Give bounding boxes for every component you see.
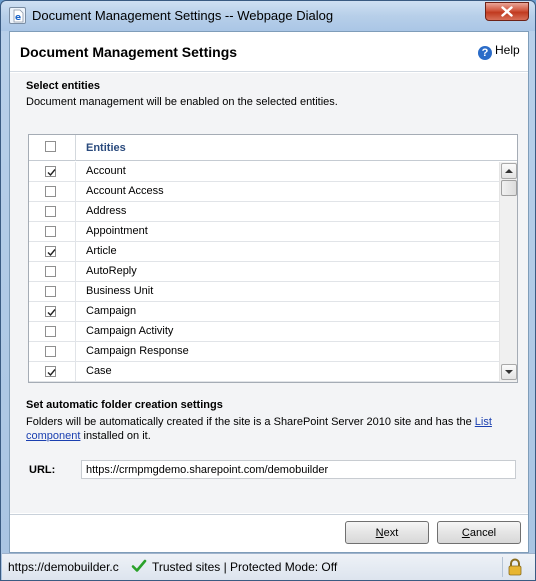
row-checkbox-cell	[29, 342, 76, 362]
entity-row[interactable]: AutoReply	[29, 262, 499, 282]
next-button[interactable]: Next	[345, 521, 429, 544]
entity-label: Campaign Response	[86, 345, 189, 357]
row-checkbox-cell	[29, 322, 76, 342]
dialog-body: Select entities Document management will…	[10, 73, 528, 513]
dialog-header: Document Management Settings ? Help	[10, 32, 528, 72]
list-link[interactable]: List	[475, 416, 492, 428]
entities-column-header[interactable]: Entities	[86, 142, 126, 154]
entity-rows: Account Account Access Address Appointment A…	[29, 162, 499, 382]
entities-grid: Entities Account Account Access Address App…	[28, 134, 518, 383]
cancel-label: ancel	[469, 526, 497, 539]
entity-row[interactable]: Account Access	[29, 182, 499, 202]
row-checkbox-cell	[29, 262, 76, 282]
checkmark-icon	[47, 369, 56, 377]
row-checkbox-cell	[29, 362, 76, 382]
close-button[interactable]	[485, 2, 529, 21]
dialog-window: e Document Management Settings -- Webpag…	[0, 0, 536, 581]
status-url: https://demobuilder.c	[8, 560, 119, 574]
row-checkbox-cell	[29, 182, 76, 202]
entity-row[interactable]: Campaign	[29, 302, 499, 322]
folder-settings-title: Set automatic folder creation settings	[26, 399, 223, 411]
close-icon	[501, 6, 513, 17]
folder-settings-desc-line1: Folders will be automatically created if…	[26, 415, 492, 429]
scroll-up-arrow-icon	[505, 169, 513, 173]
scroll-down-arrow-icon	[505, 370, 513, 374]
entity-label: Campaign	[86, 305, 137, 317]
help-link[interactable]: ? Help	[478, 43, 520, 60]
checkmark-icon	[47, 249, 56, 257]
entity-row[interactable]: Address	[29, 202, 499, 222]
entity-row[interactable]: Case	[29, 362, 499, 382]
title-bar[interactable]: e Document Management Settings -- Webpag…	[1, 1, 535, 31]
entity-label: Business Unit	[86, 285, 154, 297]
entity-label: Address	[86, 205, 127, 217]
entity-label: Account Access	[86, 185, 164, 197]
component-link[interactable]: component	[26, 430, 80, 442]
status-divider	[502, 557, 503, 577]
entity-row[interactable]: Appointment	[29, 222, 499, 242]
row-checkbox-cell	[29, 242, 76, 262]
entity-checkbox[interactable]	[45, 286, 56, 297]
grid-scrollbar[interactable]	[499, 162, 517, 382]
folder-desc-tail: installed on it.	[80, 430, 151, 442]
checkmark-icon	[47, 169, 56, 177]
window-title: Document Management Settings -- Webpage …	[32, 8, 334, 23]
entity-row[interactable]: Campaign Activity	[29, 322, 499, 342]
entity-checkbox[interactable]	[45, 326, 56, 337]
cancel-mnemonic: C	[461, 526, 470, 539]
entity-checkbox[interactable]	[45, 226, 56, 237]
row-checkbox-cell	[29, 302, 76, 322]
entity-row[interactable]: Article	[29, 242, 499, 262]
entity-checkbox[interactable]	[45, 166, 56, 177]
url-label: URL:	[29, 464, 56, 476]
select-all-cell	[29, 135, 76, 161]
scroll-up-button[interactable]	[501, 163, 517, 179]
svg-text:e: e	[15, 13, 21, 23]
entity-label: Account	[86, 165, 126, 177]
row-checkbox-cell	[29, 162, 76, 182]
entity-label: AutoReply	[86, 265, 137, 277]
cancel-button[interactable]: Cancel	[437, 521, 521, 544]
green-check-icon	[130, 557, 148, 578]
grid-header: Entities	[29, 135, 517, 161]
scroll-down-button[interactable]	[501, 364, 517, 380]
next-label: ext	[383, 526, 399, 539]
entity-row[interactable]: Campaign Response	[29, 342, 499, 362]
entity-checkbox[interactable]	[45, 206, 56, 217]
scroll-thumb[interactable]	[501, 180, 517, 196]
page-title: Document Management Settings	[20, 44, 238, 60]
entity-checkbox[interactable]	[45, 246, 56, 257]
ie-page-icon: e	[9, 7, 26, 24]
status-bar: https://demobuilder.c Trusted sites | Pr…	[2, 553, 535, 580]
select-entities-title: Select entities	[26, 80, 100, 92]
entity-checkbox[interactable]	[45, 266, 56, 277]
entity-checkbox[interactable]	[45, 306, 56, 317]
entity-row[interactable]: Account	[29, 162, 499, 182]
select-all-checkbox[interactable]	[45, 141, 56, 152]
row-checkbox-cell	[29, 222, 76, 242]
folder-settings-desc-line2: component installed on it.	[26, 429, 151, 443]
help-label: Help	[495, 43, 520, 57]
entity-label: Campaign Activity	[86, 325, 174, 337]
url-input[interactable]	[81, 460, 516, 479]
entity-label: Article	[86, 245, 117, 257]
entity-checkbox[interactable]	[45, 366, 56, 377]
help-icon: ?	[478, 46, 492, 60]
entity-checkbox[interactable]	[45, 186, 56, 197]
next-mnemonic: N	[375, 526, 384, 539]
security-zone-text: Trusted sites | Protected Mode: Off	[152, 560, 338, 574]
row-checkbox-cell	[29, 282, 76, 302]
select-entities-description: Document management will be enabled on t…	[26, 96, 338, 108]
checkmark-icon	[47, 309, 56, 317]
entity-checkbox[interactable]	[45, 346, 56, 357]
dialog-content: Document Management Settings ? Help Selec…	[9, 31, 529, 553]
entity-label: Case	[86, 365, 112, 377]
entity-label: Appointment	[86, 225, 148, 237]
folder-desc-text: Folders will be automatically created if…	[26, 416, 475, 428]
row-checkbox-cell	[29, 202, 76, 222]
footer-divider	[10, 514, 528, 515]
entity-row[interactable]: Business Unit	[29, 282, 499, 302]
padlock-icon	[507, 558, 523, 579]
